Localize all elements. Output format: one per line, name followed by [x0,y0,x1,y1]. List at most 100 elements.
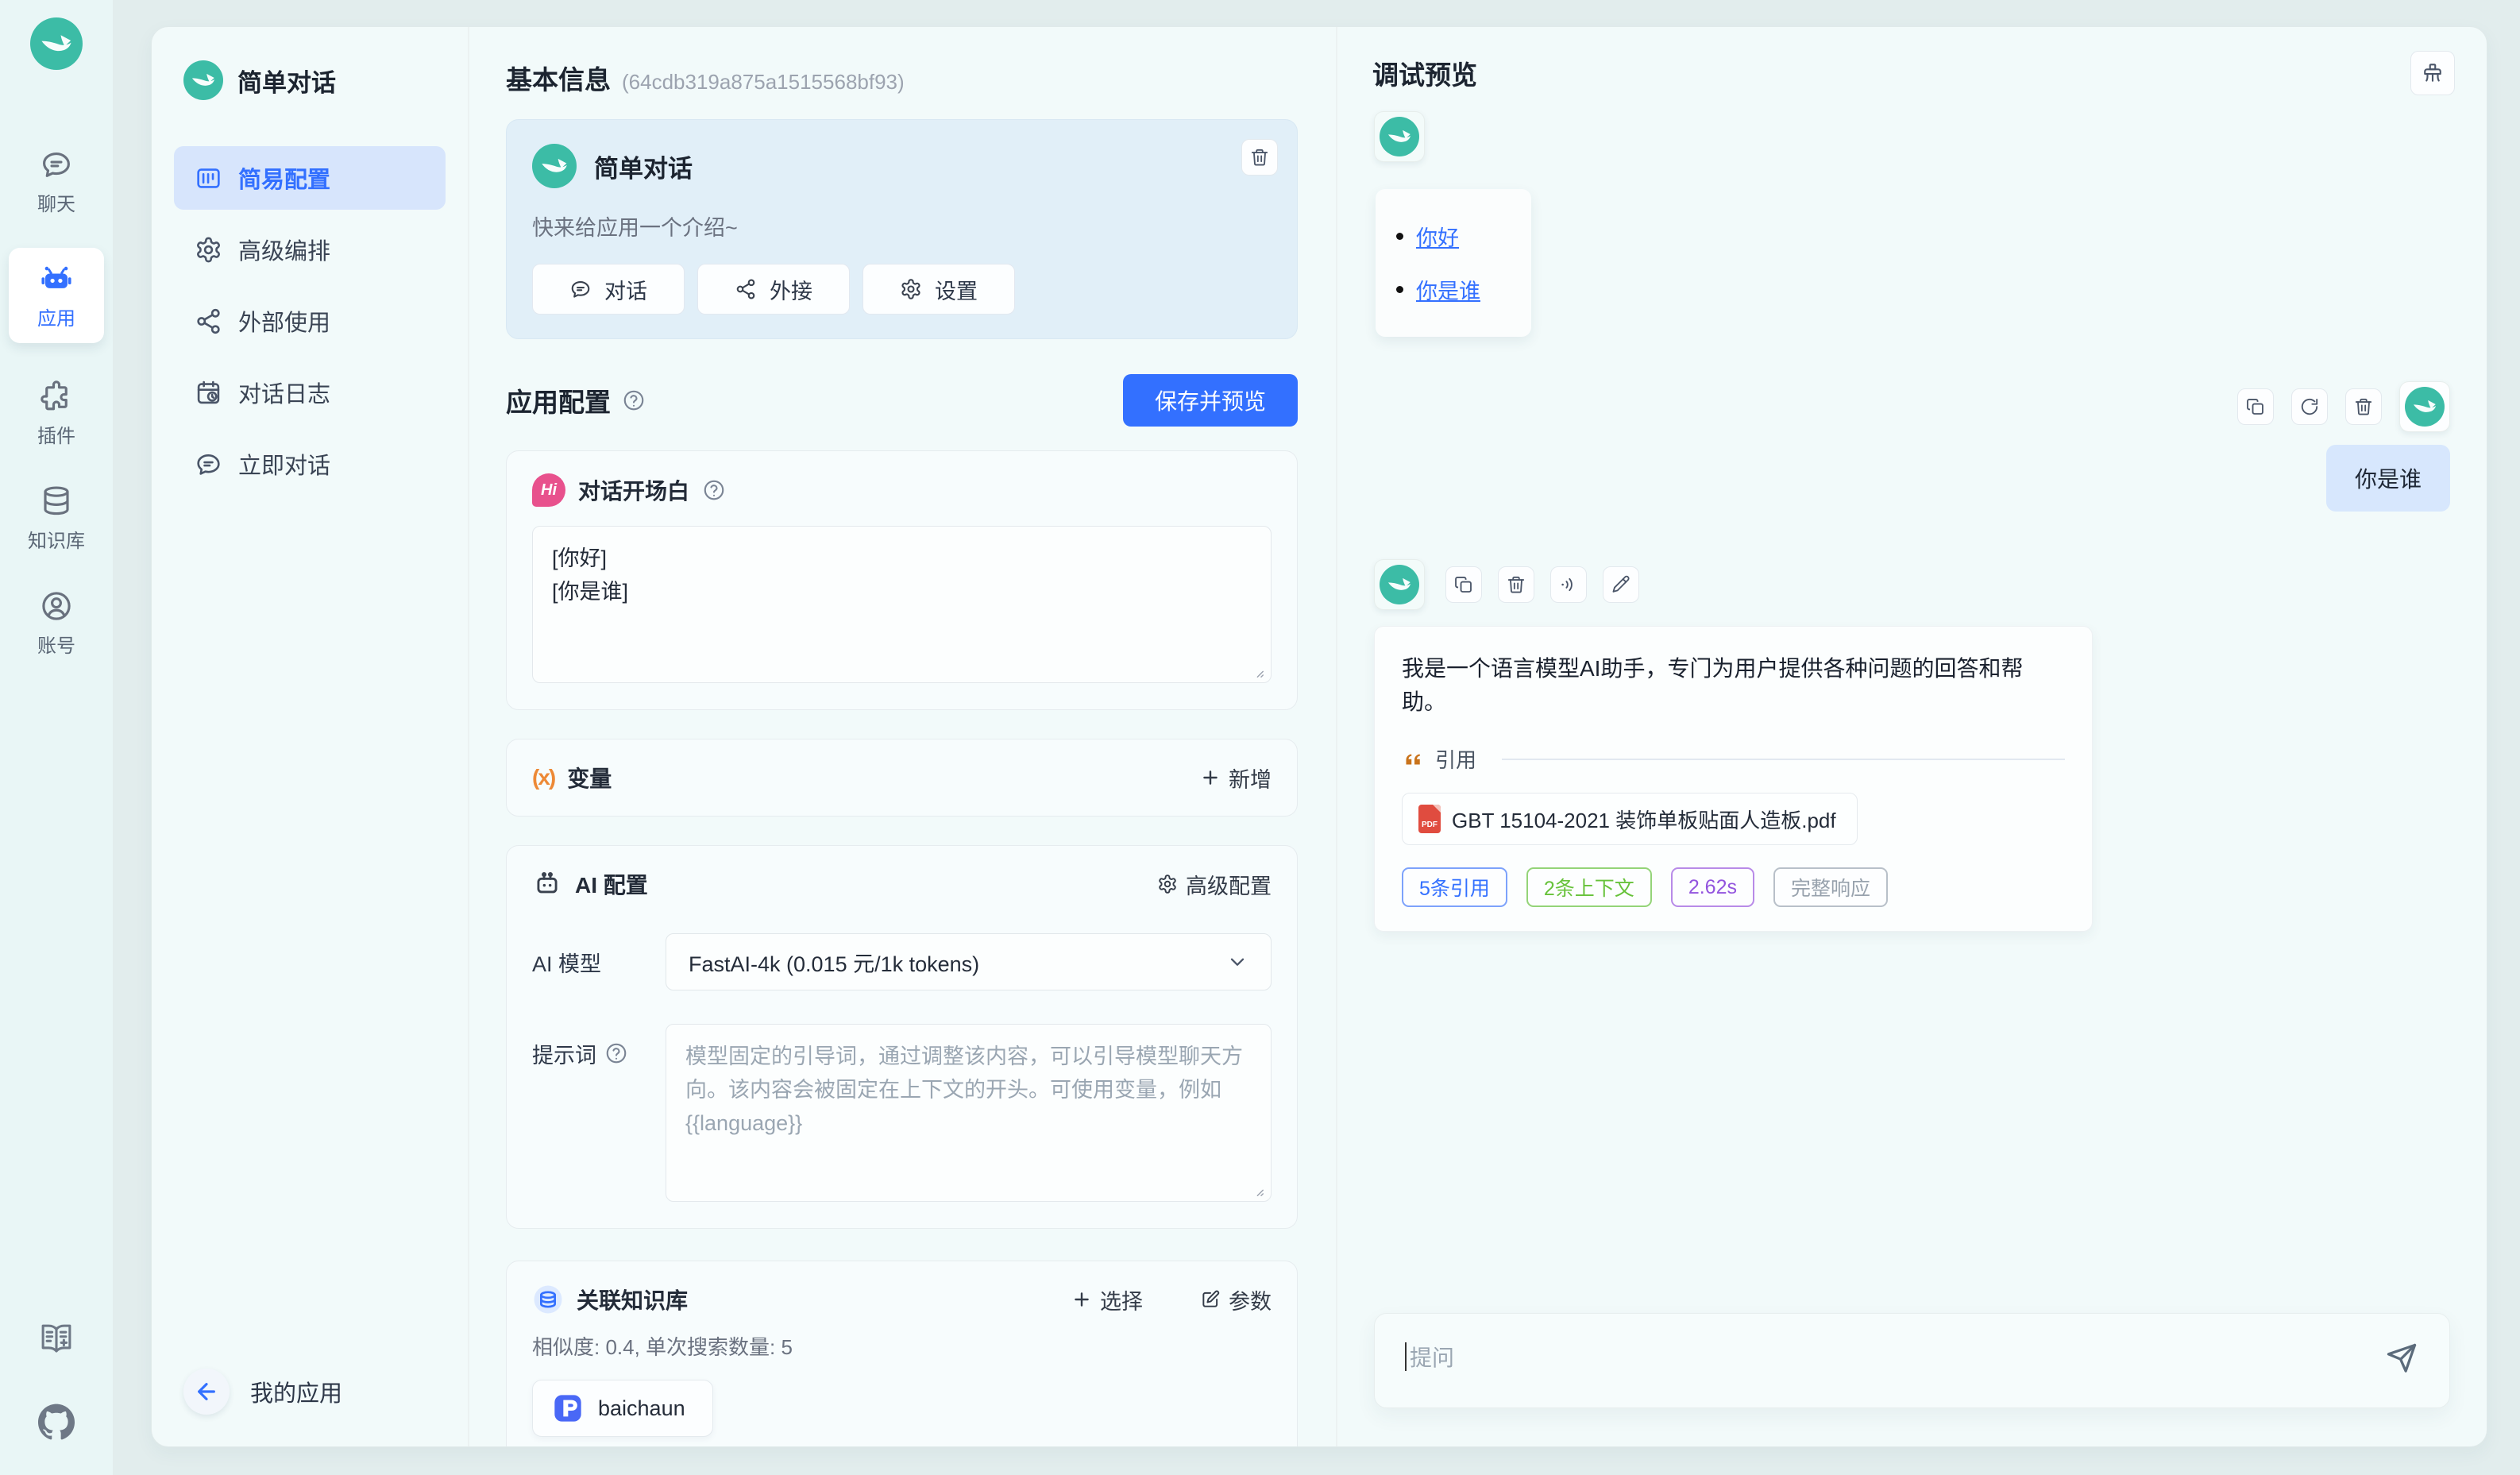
greeting-link-hello[interactable]: 你好 [1416,221,1459,252]
sidebar-item-label: 立即对话 [238,447,330,481]
help-icon[interactable] [604,1041,628,1065]
pencil-icon [1611,574,1631,595]
delete-app-button[interactable] [1241,139,1278,176]
assistant-message-text: 我是一个语言模型AI助手，专门为用户提供各种问题的回答和帮助。 [1402,652,2065,719]
greeting-card: 你好 你是谁 [1376,189,1531,337]
badge-latency[interactable]: 2.62s [1671,867,1754,907]
assistant-message-card: 我是一个语言模型AI助手，专门为用户提供各种问题的回答和帮助。 引用 PDF G… [1374,626,2093,932]
greeting-option: 你是谁 [1396,274,1515,305]
help-icon[interactable] [622,388,646,412]
app-sidebar: 简单对话 简易配置 高级编排 外部使用 对话日志 立即对话 [152,27,468,1446]
quote-label: 引用 [1435,744,1476,774]
app-id: (64cdb319a875a1515568bf93) [622,70,905,95]
prompt-textarea[interactable] [666,1024,1272,1202]
help-icon[interactable] [702,478,726,502]
kb-dataset-chip[interactable]: baichaun [532,1380,713,1437]
user-logo-icon [2405,387,2445,427]
robot-icon [40,262,73,295]
back-label: 我的应用 [250,1375,342,1408]
greeting-option: 你好 [1396,221,1515,252]
database-icon [40,485,73,518]
sidebar-item-advanced-flow[interactable]: 高级编排 [174,218,446,281]
sidebar-item-external-use[interactable]: 外部使用 [174,289,446,353]
advanced-config-button[interactable]: 高级配置 [1157,869,1272,900]
chat-input[interactable] [1375,1314,2449,1407]
badge-citations[interactable]: 5条引用 [1402,867,1507,907]
copy-message-button[interactable] [2237,388,2274,425]
calendar-clock-icon [195,379,222,407]
badge-context[interactable]: 2条上下文 [1526,867,1652,907]
model-select[interactable]: FastAI-4k (0.015 元/1k tokens) [666,933,1272,990]
rail-item-chat[interactable]: 聊天 [37,148,75,216]
rail-item-account[interactable]: 账号 [37,589,75,658]
settings-action-button[interactable]: 设置 [863,264,1015,315]
rail-item-plugins[interactable]: 插件 [37,380,75,448]
app-info-card: 简单对话 快来给应用一个介绍~ 对话 外接 [506,119,1298,339]
edit-message-button[interactable] [1603,566,1639,603]
prompt-label-row: 提示词 [532,1024,666,1206]
basic-info-title: 基本信息 [506,59,611,97]
kb-select-button[interactable]: 选择 [1071,1284,1143,1315]
add-variable-button[interactable]: 新增 [1200,763,1272,793]
clear-chat-button[interactable] [2410,51,2455,95]
citation-file-chip[interactable]: PDF GBT 15104-2021 装饰单板贴面人造板.pdf [1402,793,1858,845]
retry-message-button[interactable] [2291,388,2328,425]
sidebar-item-label: 外部使用 [238,304,330,338]
puzzle-icon [40,380,73,413]
delete-message-button[interactable] [1498,566,1534,603]
resize-handle-icon[interactable] [1248,662,1265,679]
chat-icon [40,148,73,181]
external-action-button[interactable]: 外接 [697,264,850,315]
model-value: FastAI-4k (0.015 元/1k tokens) [689,947,979,978]
greeting-link-who[interactable]: 你是谁 [1416,274,1480,305]
chat-bubble-icon [195,450,222,478]
sidebar-item-label: 简易配置 [238,161,330,195]
debug-preview-column: 调试预览 你好 [1337,27,2487,1446]
bullet-dot [1396,233,1403,240]
back-to-my-apps[interactable]: 我的应用 [183,1369,342,1415]
rail-label: 应用 [37,303,75,330]
variables-title: 变量 [567,762,612,793]
text-caret [1405,1342,1407,1371]
app-config-title: 应用配置 [506,381,611,419]
user-circle-icon [40,589,73,623]
kb-select-label: 选择 [1100,1284,1143,1315]
trash-icon [1249,147,1270,168]
resize-handle-icon[interactable] [1248,1180,1265,1198]
copy-icon [2245,396,2266,417]
citation-file-name: GBT 15104-2021 装饰单板贴面人造板.pdf [1452,805,1836,834]
app-logo [183,60,223,100]
sidebar-item-chat-now[interactable]: 立即对话 [174,432,446,496]
trash-icon [2353,396,2374,417]
gear-icon [195,236,222,264]
chat-bubble-icon [569,278,592,300]
opening-message-textarea[interactable]: [你好] [你是谁] [532,526,1272,683]
save-preview-button[interactable]: 保存并预览 [1123,374,1298,427]
read-aloud-button[interactable] [1550,566,1587,603]
share-icon [195,307,222,335]
app-sidebar-header: 简单对话 [183,60,441,100]
config-column: 基本信息 (64cdb319a875a1515568bf93) 简单对话 快来给… [468,27,1337,1446]
github-icon[interactable] [38,1404,75,1440]
model-label: AI 模型 [532,947,666,978]
sidebar-item-chat-logs[interactable]: 对话日志 [174,361,446,424]
badge-full-response[interactable]: 完整响应 [1773,867,1888,907]
docs-book-icon[interactable] [38,1321,75,1357]
assistant-logo-icon [1380,565,1419,604]
sidebar-item-label: 对话日志 [238,376,330,409]
kb-params-button[interactable]: 参数 [1200,1284,1272,1315]
opening-message-card: Hi 对话开场白 [你好] [你是谁] [506,450,1298,710]
sidebar-item-simple-config[interactable]: 简易配置 [174,146,446,210]
delete-message-button[interactable] [2345,388,2382,425]
rail-label: 账号 [37,630,75,658]
chat-action-button[interactable]: 对话 [532,264,685,315]
copy-message-button[interactable] [1445,566,1482,603]
preview-title: 调试预览 [1372,54,1477,92]
send-icon[interactable] [2384,1341,2419,1376]
edit-square-icon [1200,1289,1221,1310]
rail-item-apps[interactable]: 应用 [9,248,104,343]
back-button[interactable] [183,1369,230,1415]
chat-input-bar [1374,1313,2450,1408]
ai-config-card: AI 配置 高级配置 AI 模型 FastAI-4k (0.015 元/1k t… [506,845,1298,1229]
rail-item-knowledge[interactable]: 知识库 [28,485,85,553]
